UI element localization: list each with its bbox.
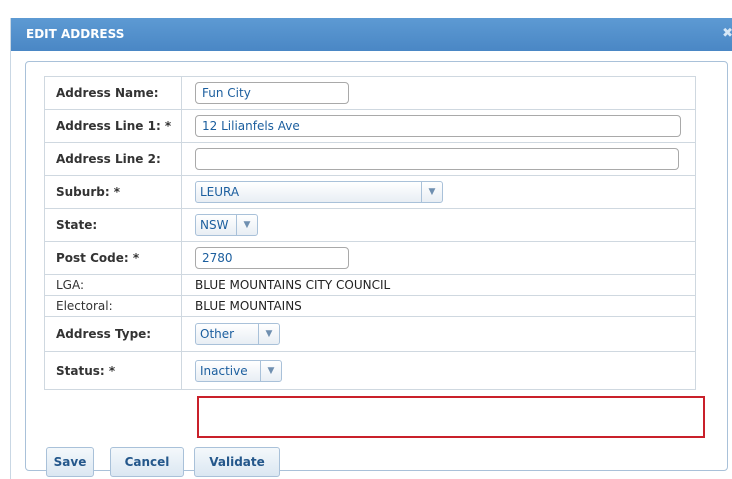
suburb-label: Suburb: * bbox=[44, 175, 182, 209]
status-highlight-box bbox=[197, 396, 705, 438]
state-select[interactable]: NSW ▼ bbox=[195, 214, 258, 236]
lga-value: BLUE MOUNTAINS CITY COUNCIL bbox=[181, 274, 696, 296]
address-line1-label: Address Line 1: * bbox=[44, 109, 182, 143]
address-type-label: Address Type: bbox=[44, 316, 182, 352]
address-type-select[interactable]: Other ▼ bbox=[195, 323, 280, 345]
lga-label: LGA: bbox=[44, 274, 182, 296]
state-label: State: bbox=[44, 208, 182, 242]
electoral-label: Electoral: bbox=[44, 295, 182, 317]
suburb-value: LEURA bbox=[200, 185, 240, 199]
address-name-label: Address Name: bbox=[44, 76, 182, 110]
chevron-down-icon[interactable]: ▼ bbox=[421, 182, 442, 202]
save-button[interactable]: Save bbox=[46, 447, 94, 477]
chevron-down-icon[interactable]: ▼ bbox=[258, 324, 279, 344]
address-form-table: Address Name: Address Line 1: * Address … bbox=[44, 76, 696, 390]
status-value: Inactive bbox=[200, 363, 248, 378]
dialog-titlebar: EDIT ADDRESS ✖ bbox=[11, 18, 732, 51]
dialog-title: EDIT ADDRESS bbox=[26, 27, 125, 41]
address-line2-label: Address Line 2: bbox=[44, 142, 182, 176]
status-select[interactable]: Inactive ▼ bbox=[195, 359, 282, 382]
post-code-input[interactable] bbox=[195, 247, 349, 269]
edit-address-dialog: EDIT ADDRESS ✖ Address Name: Address Lin… bbox=[10, 18, 732, 479]
address-name-input[interactable] bbox=[195, 82, 349, 104]
electoral-value: BLUE MOUNTAINS bbox=[181, 295, 696, 317]
chevron-down-icon[interactable]: ▼ bbox=[260, 360, 281, 381]
suburb-select[interactable]: LEURA ▼ bbox=[195, 181, 443, 203]
address-line1-input[interactable] bbox=[195, 115, 681, 137]
cancel-button[interactable]: Cancel bbox=[110, 447, 184, 477]
close-icon[interactable]: ✖ bbox=[722, 26, 732, 41]
address-line2-input[interactable] bbox=[195, 148, 679, 170]
address-type-value: Other bbox=[200, 327, 235, 341]
validate-button[interactable]: Validate bbox=[194, 447, 280, 477]
state-value: NSW bbox=[200, 218, 229, 232]
chevron-down-icon[interactable]: ▼ bbox=[236, 215, 257, 235]
post-code-label: Post Code: * bbox=[44, 241, 182, 275]
status-label: Status: * bbox=[44, 351, 182, 390]
